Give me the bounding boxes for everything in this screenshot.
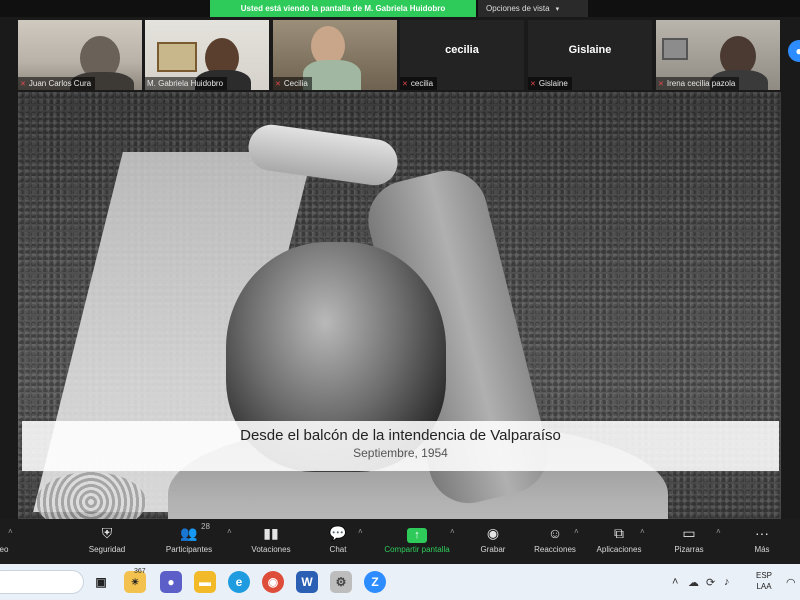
tray-chevron-up-icon[interactable]: ˄: [672, 576, 678, 588]
screen-share-banner: Usted está viendo la pantalla de M. Gabr…: [210, 0, 476, 17]
security-button[interactable]: ⛨ Seguridad: [82, 523, 132, 554]
language-indicator[interactable]: ESP LAA: [756, 570, 772, 592]
shared-screen: Desde el balcón de la intendencia de Val…: [18, 92, 781, 519]
chat-button[interactable]: 💬 Chat: [318, 523, 358, 554]
onedrive-icon[interactable]: ☁: [688, 576, 699, 589]
record-button[interactable]: ◉ Grabar: [474, 523, 512, 554]
participant-count: 28: [201, 522, 210, 531]
participant-name: M. Gabriela Huidobro: [147, 79, 224, 88]
participant-tile-cecilia-video[interactable]: ✕ Cecilia: [273, 20, 397, 90]
video-button[interactable]: eo: [0, 523, 16, 554]
taskbar-search-box[interactable]: [0, 570, 84, 594]
volume-icon[interactable]: ♪: [724, 576, 730, 588]
participant-display-name: cecilia: [445, 44, 479, 56]
view-options-label: Opciones de vista: [486, 4, 550, 13]
teams-icon[interactable]: ●: [160, 571, 182, 593]
chevron-up-icon[interactable]: ˄: [358, 527, 363, 536]
file-explorer-icon[interactable]: ▬: [194, 571, 216, 593]
mic-off-icon: ✕: [275, 81, 281, 88]
mic-off-icon: ✕: [20, 81, 26, 88]
chevron-up-icon[interactable]: ˄: [574, 527, 579, 536]
participant-name: Irena cecilia pazola: [666, 79, 736, 88]
settings-icon[interactable]: ⚙: [330, 571, 352, 593]
participant-tile-juan-carlos[interactable]: ✕ Juan Carlos Cura: [18, 20, 142, 90]
slide-caption-subtitle: Septiembre, 1954: [353, 446, 448, 460]
more-icon: ···: [755, 525, 769, 541]
whiteboard-button[interactable]: ▭ Pizarras: [668, 523, 710, 554]
word-icon[interactable]: W: [296, 571, 318, 593]
polls-icon: ▮▮: [263, 525, 279, 541]
view-options-button[interactable]: Opciones de vista ▾: [478, 0, 588, 17]
task-view-icon[interactable]: ▣: [90, 571, 112, 593]
participant-name: Cecilia: [283, 79, 308, 88]
participant-tile-gislaine[interactable]: Gislaine ✕ Gislaine: [528, 20, 652, 90]
participant-tile-irena[interactable]: ✕ Irena cecilia pazola: [656, 20, 780, 90]
chevron-up-icon[interactable]: ˄: [640, 527, 645, 536]
chevron-down-icon: ▾: [555, 6, 560, 13]
slide-caption-title: Desde el balcón de la intendencia de Val…: [240, 427, 561, 444]
mic-off-icon: ✕: [658, 81, 664, 88]
wifi-icon[interactable]: ◠: [786, 576, 796, 589]
mic-off-icon: ✕: [530, 81, 536, 88]
weather-badge: 367: [134, 568, 146, 575]
chevron-up-icon[interactable]: ˄: [716, 527, 721, 536]
participant-name: Gislaine: [538, 79, 568, 88]
zoom-app-icon[interactable]: Z: [364, 571, 386, 593]
participant-tile-cecilia[interactable]: cecilia ✕ cecilia: [400, 20, 524, 90]
participant-name: cecilia: [410, 79, 434, 88]
participants-button[interactable]: 👥 Participantes: [158, 523, 220, 554]
participants-icon: 👥: [180, 525, 198, 541]
meeting-toolbar: ˄ eo ⛨ Seguridad 👥 Participantes 28 ˄ ▮▮…: [0, 519, 800, 564]
chevron-up-icon[interactable]: ˄: [227, 527, 232, 536]
participant-display-name: Gislaine: [568, 44, 612, 56]
participant-strip: ✕ Juan Carlos Cura M. Gabriela Huidobro ✕…: [0, 17, 800, 92]
participant-tile-gabriela[interactable]: M. Gabriela Huidobro: [145, 20, 269, 90]
shield-icon: ⛨: [101, 525, 113, 541]
chrome-icon[interactable]: ◉: [262, 571, 284, 593]
chat-icon: 💬: [329, 525, 347, 541]
record-icon: ◉: [486, 525, 500, 541]
share-screen-button[interactable]: ↑ Compartir pantalla: [372, 523, 462, 554]
video-icon: [0, 523, 16, 543]
mic-off-icon: ✕: [402, 81, 408, 88]
participant-name: Juan Carlos Cura: [28, 79, 92, 88]
sync-icon[interactable]: ⟳: [706, 576, 715, 589]
more-button[interactable]: ··· Más: [746, 523, 778, 554]
chevron-up-icon[interactable]: ˄: [450, 527, 455, 536]
slide-caption: Desde el balcón de la intendencia de Val…: [22, 421, 779, 471]
share-screen-icon: ↑: [372, 523, 462, 543]
edge-icon[interactable]: e: [228, 571, 250, 593]
polls-button[interactable]: ▮▮ Votaciones: [244, 523, 298, 554]
windows-taskbar: ▣ ☀ 367 ● ▬ e ◉ W ⚙ Z ˄ ☁ ⟳ ♪ ESP LAA ◠: [0, 564, 800, 600]
whiteboard-icon: ▭: [682, 525, 696, 541]
